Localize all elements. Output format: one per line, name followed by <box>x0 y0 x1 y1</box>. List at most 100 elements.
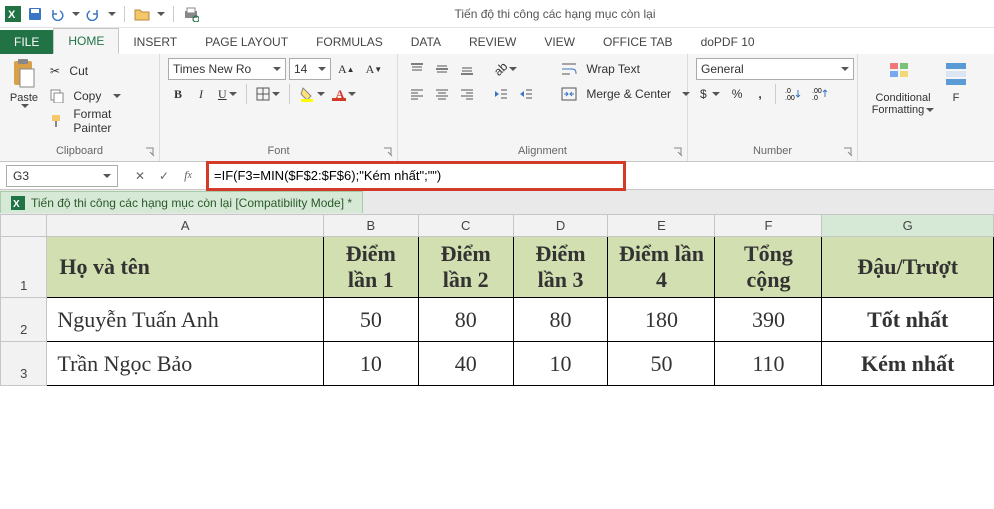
increase-indent-button[interactable] <box>515 83 537 105</box>
font-color-button[interactable]: A <box>332 83 361 105</box>
font-name-combo[interactable]: Times New Ro <box>168 58 286 80</box>
cell-F2[interactable]: 390 <box>715 298 822 342</box>
tab-page-layout[interactable]: PAGE LAYOUT <box>191 30 302 54</box>
cell-G2[interactable]: Tốt nhất <box>822 298 994 342</box>
col-header-A[interactable]: A <box>47 215 324 237</box>
formula-input[interactable]: =IF(F3=MIN($F$2:$F$6);"Kém nhất";"") <box>206 165 994 187</box>
increase-decimal-button[interactable]: .0.00 <box>781 83 805 105</box>
number-format-combo[interactable]: General <box>696 58 854 80</box>
cell-D1[interactable]: Điểm lần 3 <box>513 237 608 298</box>
undo-icon[interactable] <box>48 5 66 23</box>
cell-D2[interactable]: 80 <box>513 298 608 342</box>
tab-office-tab[interactable]: OFFICE TAB <box>589 30 687 54</box>
borders-button[interactable] <box>252 83 284 105</box>
font-size-combo[interactable]: 14 <box>289 58 331 80</box>
cancel-formula-button[interactable]: ✕ <box>128 165 152 187</box>
redo-icon[interactable] <box>84 5 102 23</box>
tab-insert[interactable]: INSERT <box>119 30 191 54</box>
tab-formulas[interactable]: FORMULAS <box>302 30 397 54</box>
cell-B2[interactable]: 50 <box>323 298 418 342</box>
accounting-format-button[interactable]: $ <box>696 83 724 105</box>
decrease-font-button[interactable]: A▼ <box>362 58 387 80</box>
name-box[interactable]: G3 <box>6 165 118 187</box>
alignment-dialog-launcher[interactable] <box>673 147 683 157</box>
redo-dropdown-icon[interactable] <box>108 12 116 16</box>
tab-view[interactable]: VIEW <box>530 30 589 54</box>
percent-format-button[interactable]: % <box>727 83 747 105</box>
italic-button[interactable]: I <box>191 83 211 105</box>
col-header-D[interactable]: D <box>513 215 608 237</box>
cell-G3[interactable]: Kém nhất <box>822 342 994 386</box>
cell-B1[interactable]: Điểm lần 1 <box>323 237 418 298</box>
cell-F3[interactable]: 110 <box>715 342 822 386</box>
align-bottom-button[interactable] <box>456 58 478 80</box>
worksheet[interactable]: A B C D E F G 1 Họ và tên Điểm lần 1 Điể… <box>0 214 994 386</box>
cell-A2[interactable]: Nguyễn Tuấn Anh <box>47 298 324 342</box>
orientation-button[interactable]: ab <box>490 58 521 80</box>
cell-F1[interactable]: Tổng cộng <box>715 237 822 298</box>
svg-text:.00: .00 <box>812 88 822 95</box>
document-tab[interactable]: X Tiến độ thi công các hạng mục còn lại … <box>0 191 363 213</box>
save-icon[interactable] <box>26 5 44 23</box>
paste-dropdown-icon[interactable] <box>21 104 29 108</box>
row-header-1[interactable]: 1 <box>1 237 47 298</box>
increase-font-button[interactable]: A▲ <box>334 58 359 80</box>
open-dropdown-icon[interactable] <box>157 12 165 16</box>
cell-D3[interactable]: 10 <box>513 342 608 386</box>
paste-button[interactable]: Paste <box>8 58 40 108</box>
undo-dropdown-icon[interactable] <box>72 12 80 16</box>
number-dialog-launcher[interactable] <box>843 147 853 157</box>
cell-G1[interactable]: Đậu/Trượt <box>822 237 994 298</box>
tab-data[interactable]: DATA <box>397 30 455 54</box>
align-center-button[interactable] <box>431 83 453 105</box>
col-header-F[interactable]: F <box>715 215 822 237</box>
copy-button[interactable]: Copy <box>46 85 156 107</box>
col-header-E[interactable]: E <box>608 215 715 237</box>
clipboard-dialog-launcher[interactable] <box>145 147 155 157</box>
cell-C2[interactable]: 80 <box>418 298 513 342</box>
cell-E2[interactable]: 180 <box>608 298 715 342</box>
cell-E1[interactable]: Điểm lần 4 <box>608 237 715 298</box>
tab-home[interactable]: HOME <box>53 28 119 54</box>
col-header-C[interactable]: C <box>418 215 513 237</box>
cell-A3[interactable]: Trần Ngọc Bảo <box>47 342 324 386</box>
excel-icon[interactable]: X <box>4 5 22 23</box>
insert-function-button[interactable]: fx <box>176 165 200 187</box>
format-painter-button[interactable]: Format Painter <box>46 110 156 132</box>
underline-button[interactable]: U <box>214 83 241 105</box>
bold-button[interactable]: B <box>168 83 188 105</box>
print-preview-icon[interactable] <box>182 5 200 23</box>
font-dialog-launcher[interactable] <box>383 147 393 157</box>
tab-dopdf[interactable]: doPDF 10 <box>687 30 769 54</box>
chevron-down-icon <box>841 67 849 71</box>
cell-A1[interactable]: Họ và tên <box>47 237 324 298</box>
align-middle-button[interactable] <box>431 58 453 80</box>
wrap-text-button[interactable]: Wrap Text <box>557 58 677 80</box>
align-top-button[interactable] <box>406 58 428 80</box>
select-all-corner[interactable] <box>1 215 47 237</box>
comma-format-button[interactable]: , <box>750 83 770 105</box>
cut-button[interactable]: ✂ Cut <box>46 60 156 82</box>
open-icon[interactable] <box>133 5 151 23</box>
conditional-formatting-button[interactable]: ConditionalFormatting <box>866 58 940 116</box>
format-as-table-button[interactable]: F <box>946 58 966 104</box>
align-right-button[interactable] <box>456 83 478 105</box>
merge-center-button[interactable]: Merge & Center <box>557 83 697 105</box>
row-header-2[interactable]: 2 <box>1 298 47 342</box>
cell-E3[interactable]: 50 <box>608 342 715 386</box>
enter-formula-button[interactable]: ✓ <box>152 165 176 187</box>
col-header-G[interactable]: G <box>822 215 994 237</box>
align-left-button[interactable] <box>406 83 428 105</box>
cell-C1[interactable]: Điểm lần 2 <box>418 237 513 298</box>
tab-review[interactable]: REVIEW <box>455 30 530 54</box>
tab-file[interactable]: FILE <box>0 30 53 54</box>
cell-C3[interactable]: 40 <box>418 342 513 386</box>
ribbon-tabs: FILE HOME INSERT PAGE LAYOUT FORMULAS DA… <box>0 28 994 54</box>
copy-dropdown-icon[interactable] <box>113 94 121 98</box>
row-header-3[interactable]: 3 <box>1 342 47 386</box>
decrease-decimal-button[interactable]: .00.0 <box>808 83 832 105</box>
cell-B3[interactable]: 10 <box>323 342 418 386</box>
col-header-B[interactable]: B <box>323 215 418 237</box>
fill-color-button[interactable] <box>295 83 329 105</box>
decrease-indent-button[interactable] <box>490 83 512 105</box>
